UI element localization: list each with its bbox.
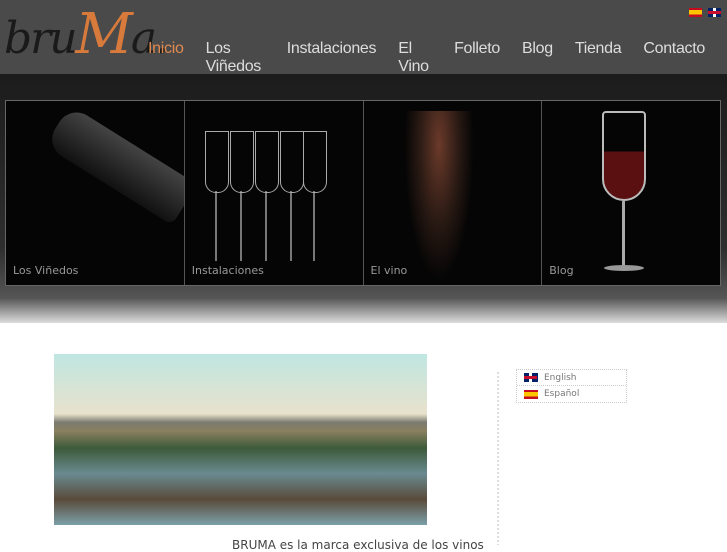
- uk-flag-icon[interactable]: [708, 8, 721, 17]
- wine-bottle-image: [44, 104, 184, 226]
- red-wine-glass-image: [602, 111, 647, 201]
- spain-flag-icon: [524, 389, 538, 399]
- language-flags: [689, 8, 721, 17]
- tile-label: El vino: [370, 264, 408, 277]
- intro-text: BRUMA es la marca exclusiva de los vinos: [232, 538, 484, 552]
- header: bruMa. Inicio Los Viñedos Instalaciones …: [0, 0, 727, 76]
- language-label: Español: [544, 389, 580, 399]
- nav-los-vinedos[interactable]: Los Viñedos: [206, 40, 265, 76]
- tile-label: Blog: [549, 264, 574, 277]
- tile-label: Instalaciones: [191, 264, 264, 277]
- tile-label: Los Viñedos: [13, 264, 79, 277]
- wine-glass-image: [254, 131, 279, 261]
- spain-flag-icon[interactable]: [689, 8, 702, 17]
- nav-blog[interactable]: Blog: [522, 40, 553, 76]
- logo[interactable]: bruMa.: [4, 2, 169, 67]
- tile-instalaciones[interactable]: Instalaciones: [184, 101, 364, 285]
- nav-tienda[interactable]: Tienda: [575, 40, 622, 76]
- uk-flag-icon: [524, 373, 538, 382]
- glass-stem: [622, 201, 626, 265]
- wine-glass-image: [204, 131, 229, 261]
- nav-inicio[interactable]: Inicio: [148, 40, 184, 76]
- tile-blog[interactable]: Blog: [542, 101, 720, 285]
- tile-el-vino[interactable]: El vino: [363, 101, 543, 285]
- nav-contacto[interactable]: Contacto: [643, 40, 705, 76]
- glass-base: [604, 265, 645, 271]
- woman-image: [403, 111, 474, 281]
- tile-vinedos[interactable]: Los Viñedos: [6, 101, 185, 285]
- nav-el-vino[interactable]: El Vino: [398, 40, 432, 76]
- feature-tiles: Los Viñedos Instalaciones El vino Blog: [5, 100, 721, 286]
- nav-folleto[interactable]: Folleto: [454, 40, 500, 76]
- language-english[interactable]: English: [517, 370, 626, 386]
- language-espanol[interactable]: Español: [517, 386, 626, 402]
- village-photo: [54, 354, 427, 525]
- main-nav: Inicio Los Viñedos Instalaciones El Vino…: [148, 40, 727, 76]
- nav-instalaciones[interactable]: Instalaciones: [287, 40, 377, 76]
- wine-glass-image: [302, 131, 327, 261]
- column-divider: [497, 372, 499, 545]
- wine-glass-image: [279, 131, 304, 261]
- language-label: English: [544, 372, 577, 383]
- wine-glass-image: [229, 131, 254, 261]
- language-selector: English Español: [516, 369, 627, 403]
